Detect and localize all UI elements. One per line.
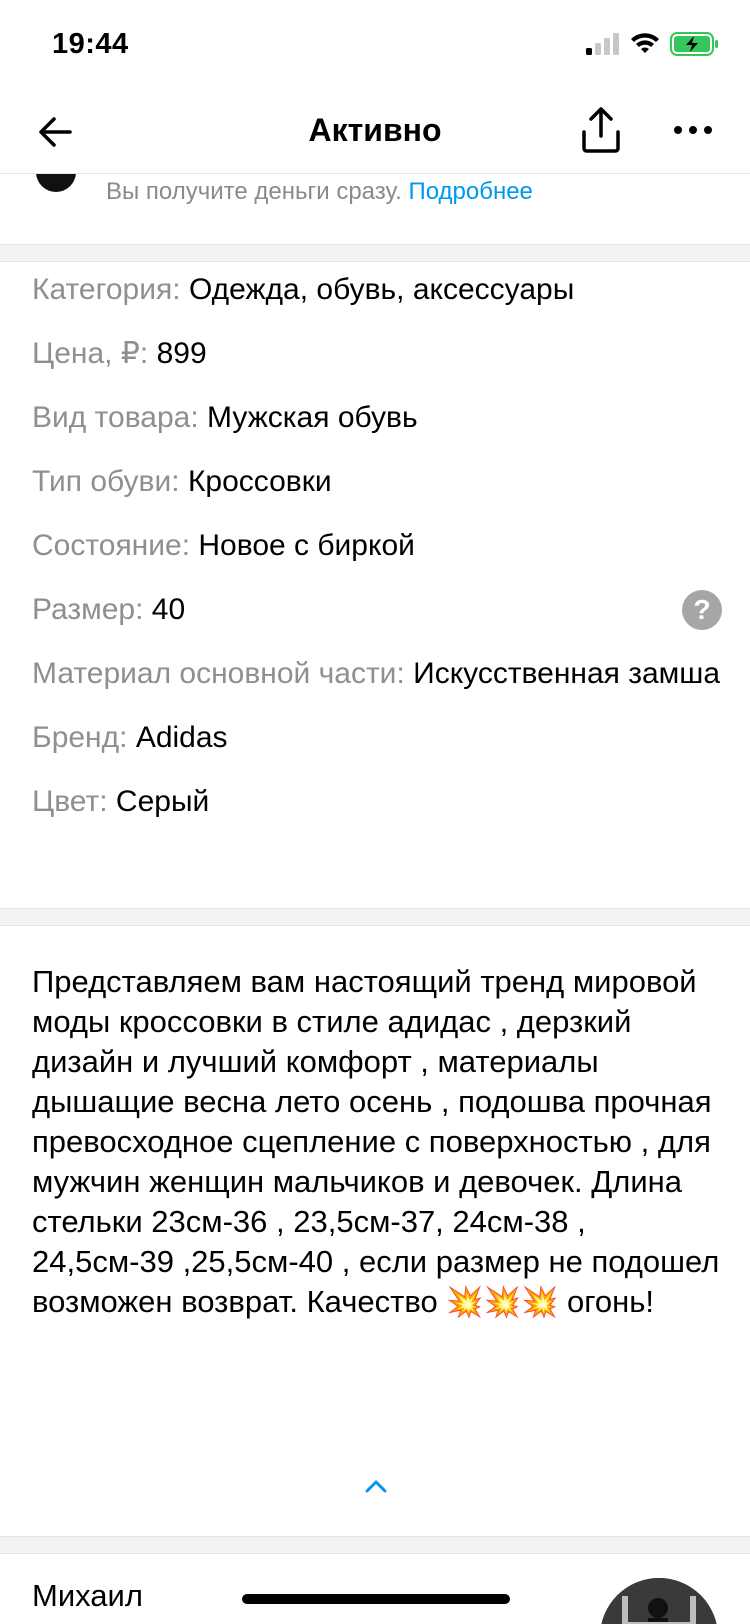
explosion-emoji: 💥💥💥 (446, 1286, 559, 1319)
wifi-icon (631, 33, 659, 53)
param-value: Искусственная замша (413, 657, 721, 690)
param-value: Одежда, обувь, аксессуары (188, 273, 575, 306)
battery-charging-icon (670, 32, 718, 56)
param-value: Серый (115, 785, 210, 818)
seller-avatar[interactable] (600, 1578, 718, 1624)
item-parameters: Категория: Одежда, обувь, аксессуары Цен… (32, 268, 722, 844)
description-ending: огонь! (567, 1284, 655, 1319)
param-value: 899 (156, 337, 207, 370)
param-label: Вид товара: (32, 401, 199, 434)
param-label: Состояние: (32, 529, 191, 562)
param-price: Цена, ₽: 899 (32, 332, 722, 376)
status-icons (586, 32, 720, 56)
param-value: Новое с биркой (198, 529, 415, 562)
param-value: 40 (151, 593, 186, 626)
param-label: Тип обуви: (32, 465, 180, 498)
param-condition: Состояние: Новое с биркой (32, 524, 722, 568)
status-bar: 19:44 (0, 0, 750, 90)
param-category: Категория: Одежда, обувь, аксессуары (32, 268, 722, 312)
param-value: Кроссовки (187, 465, 332, 498)
payment-text: Вы получите деньги сразу. Подробнее (106, 178, 533, 205)
param-material: Материал основной части: Искусственная з… (32, 652, 722, 696)
param-item-type: Вид товара: Мужская обувь (32, 396, 722, 440)
param-size: Размер: 40 ? (32, 588, 722, 632)
section-divider (0, 244, 750, 262)
avatar-image (600, 1578, 718, 1624)
section-divider (0, 908, 750, 926)
cellular-signal-icon (586, 33, 619, 55)
param-value: Мужская обувь (207, 401, 418, 434)
param-value: Adidas (135, 721, 228, 754)
param-label: Размер: (32, 593, 144, 626)
payment-info: Вы получите деньги сразу. Подробнее (0, 174, 750, 246)
nav-bar: Активно (0, 90, 750, 174)
param-brand: Бренд: Adidas (32, 716, 722, 760)
more-info-link[interactable]: Подробнее (408, 178, 532, 205)
more-options-icon[interactable] (672, 118, 714, 142)
description-text: Представляем вам настоящий тренд мировой… (32, 964, 720, 1319)
param-shoe-type: Тип обуви: Кроссовки (32, 460, 722, 504)
param-label: Материал основной части: (32, 657, 405, 690)
size-help-icon[interactable]: ? (682, 590, 722, 630)
param-color: Цвет: Серый (32, 780, 722, 824)
wallet-icon (36, 174, 76, 192)
item-description: Представляем вам настоящий тренд мировой… (32, 962, 722, 1323)
param-label: Бренд: (32, 721, 128, 754)
param-label: Категория: (32, 273, 181, 306)
page-title: Активно (308, 112, 442, 148)
share-icon[interactable] (580, 106, 622, 154)
status-time: 19:44 (52, 28, 129, 60)
home-indicator (242, 1594, 510, 1604)
param-label: Цвет: (32, 785, 108, 818)
chevron-up-icon[interactable] (364, 1478, 388, 1494)
seller-name[interactable]: Михаил (32, 1578, 143, 1614)
section-divider (0, 1536, 750, 1554)
param-label: Цена, ₽: (32, 337, 149, 370)
